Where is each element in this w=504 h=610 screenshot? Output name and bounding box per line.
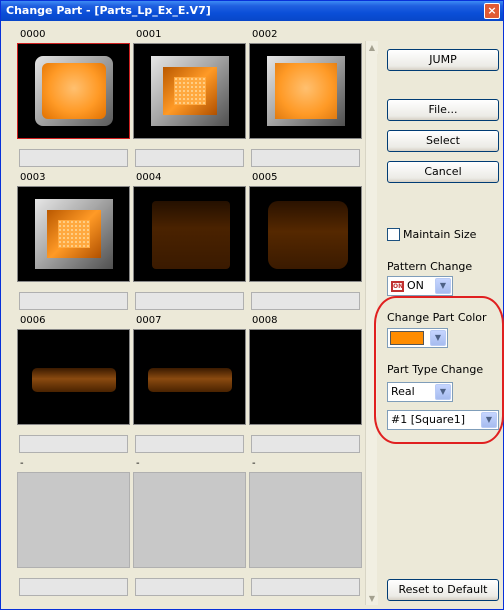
part-thumbnail[interactable]: [133, 329, 246, 425]
select-button[interactable]: Select: [387, 130, 499, 152]
maintain-size-checkbox[interactable]: [387, 228, 400, 241]
part-thumbnail[interactable]: [133, 472, 246, 568]
lamp-graphic: [58, 220, 90, 248]
part-name-field: [19, 292, 128, 310]
part-thumbnail[interactable]: [17, 329, 130, 425]
part-name-field: [135, 435, 244, 453]
shape-select[interactable]: #1 [Square1] ▼: [387, 410, 499, 430]
part-thumbnail[interactable]: [249, 329, 362, 425]
chevron-down-icon[interactable]: ▼: [435, 384, 451, 400]
part-thumbnail[interactable]: [249, 43, 362, 139]
jump-button[interactable]: JUMP: [387, 49, 499, 71]
lamp-graphic: [275, 63, 337, 119]
part-type-select[interactable]: Real ▼: [387, 382, 453, 402]
part-name-field: [251, 435, 360, 453]
part-name-field: [19, 578, 128, 596]
pattern-change-label: Pattern Change: [387, 260, 473, 273]
scroll-down-arrow-icon[interactable]: ▼: [366, 592, 378, 605]
chevron-down-icon[interactable]: ▼: [481, 412, 497, 428]
pattern-change-value: ON: [407, 279, 424, 292]
lamp-graphic: [174, 77, 206, 105]
lamp-graphic: [148, 368, 232, 392]
part-name-field: [19, 149, 128, 167]
window-title: Change Part - [Parts_Lp_Ex_E.V7]: [6, 4, 211, 17]
reset-to-default-button[interactable]: Reset to Default: [387, 579, 499, 601]
part-name-field: [135, 578, 244, 596]
part-name-field: [251, 292, 360, 310]
lamp-graphic: [268, 201, 348, 269]
part-name-field: [135, 149, 244, 167]
part-thumbnail[interactable]: [17, 43, 130, 139]
part-id-label: 0004: [136, 172, 162, 183]
part-thumbnail[interactable]: [249, 472, 362, 568]
chevron-down-icon[interactable]: ▼: [430, 330, 446, 346]
vertical-scrollbar[interactable]: ▲ ▼: [365, 41, 378, 605]
part-thumbnail[interactable]: [17, 186, 130, 282]
change-part-dialog: Change Part - [Parts_Lp_Ex_E.V7] × 0000 0…: [0, 0, 504, 610]
scroll-up-arrow-icon[interactable]: ▲: [366, 41, 378, 54]
part-type-change-label: Part Type Change: [387, 363, 484, 376]
lamp-graphic: [32, 368, 116, 392]
part-type-value: Real: [391, 385, 415, 398]
part-name-field: [135, 292, 244, 310]
part-name-field: [19, 435, 128, 453]
title-bar: Change Part - [Parts_Lp_Ex_E.V7] ×: [1, 1, 503, 21]
part-id-label: 0000: [20, 29, 46, 40]
part-color-picker[interactable]: ▼: [387, 328, 448, 348]
file-button[interactable]: File...: [387, 99, 499, 121]
part-id-label: 0005: [252, 172, 278, 183]
part-id-label: 0001: [136, 29, 162, 40]
parts-grid: 000000010002000300040005000600070008----…: [17, 29, 363, 605]
part-id-label: 0006: [20, 315, 46, 326]
lamp-graphic: [152, 201, 230, 269]
on-badge-icon: ON: [391, 280, 404, 292]
pattern-change-select[interactable]: ON ON ▼: [387, 276, 453, 296]
part-name-field: [251, 149, 360, 167]
part-thumbnail[interactable]: [133, 43, 246, 139]
part-thumbnail[interactable]: [249, 186, 362, 282]
change-part-color-label: Change Part Color: [387, 311, 487, 324]
part-id-label: 0007: [136, 315, 162, 326]
lamp-graphic: [42, 63, 106, 119]
part-thumbnail[interactable]: [17, 472, 130, 568]
part-id-label: 0003: [20, 172, 46, 183]
maintain-size-label: Maintain Size: [403, 228, 477, 241]
part-id-label: 0008: [252, 315, 278, 326]
part-id-label: 0002: [252, 29, 278, 40]
part-name-field: [251, 578, 360, 596]
shape-value: #1 [Square1]: [391, 413, 466, 426]
cancel-button[interactable]: Cancel: [387, 161, 499, 183]
close-button[interactable]: ×: [484, 3, 500, 19]
chevron-down-icon[interactable]: ▼: [435, 278, 451, 294]
part-thumbnail[interactable]: [133, 186, 246, 282]
color-swatch: [390, 331, 424, 345]
